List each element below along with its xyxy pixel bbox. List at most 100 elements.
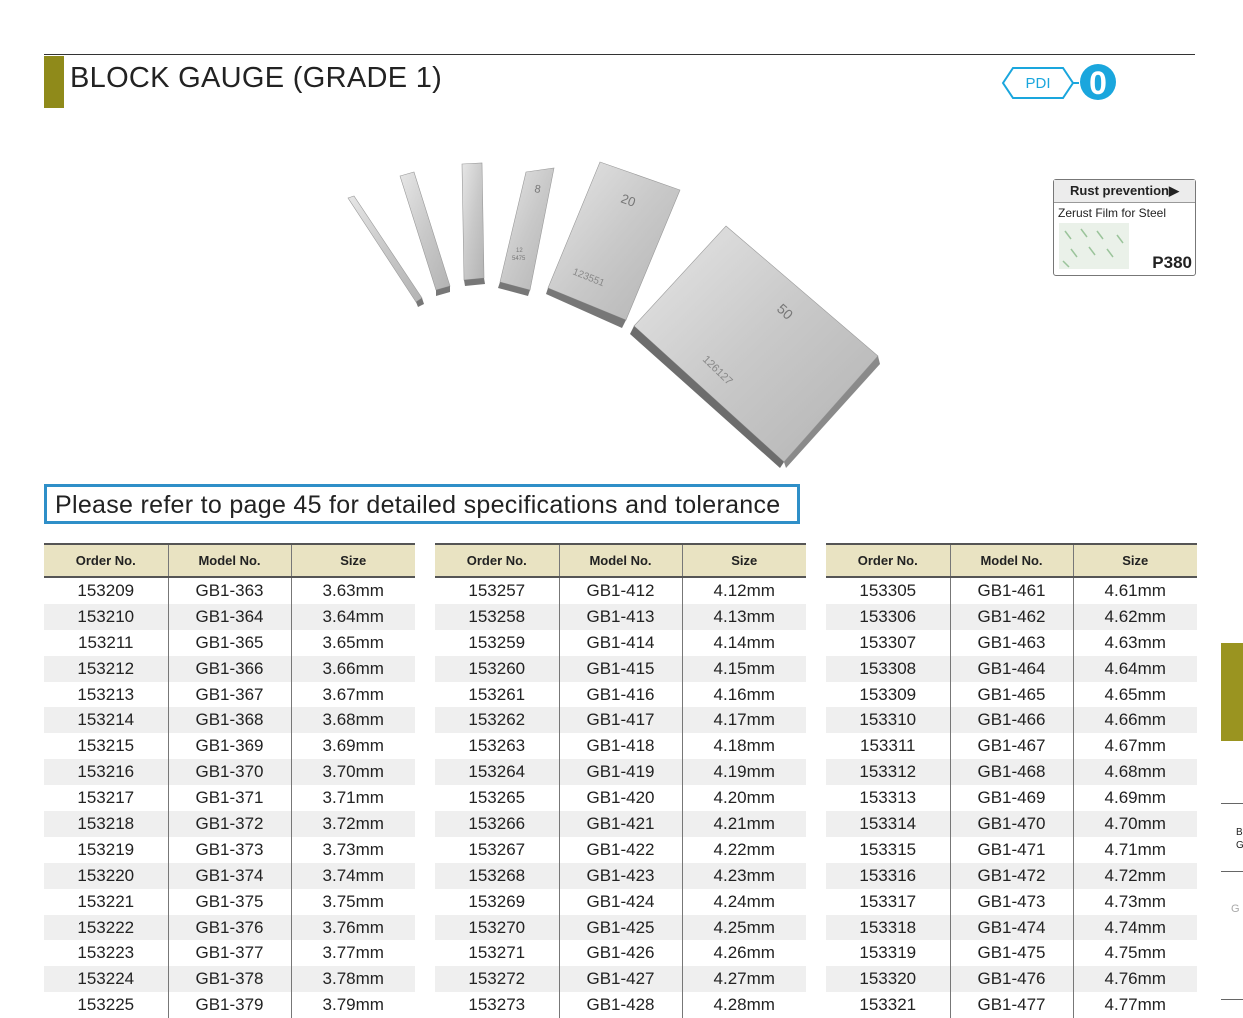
table-row: 153312 GB1-468 4.68mm	[826, 759, 1197, 786]
order-no-cell: 153259	[468, 632, 526, 652]
order-no-cell: 153314	[826, 811, 950, 837]
order-no-cell: 153320	[826, 966, 950, 993]
model-no-cell: GB1-419	[558, 759, 682, 786]
order-no-cell: 153267	[468, 839, 526, 859]
table-row: 153224 GB1-378 3.78mm	[44, 966, 415, 993]
order-no-cell: 153212	[44, 655, 168, 682]
size-table-2: Order No. Model No. Size 153257 GB1-412 4.…	[435, 543, 806, 1018]
order-no-cell: 153266	[435, 811, 559, 837]
model-no-cell: GB1-471	[949, 836, 1073, 863]
order-no-cell: 153273	[468, 995, 526, 1015]
order-no-cell: 153269	[468, 891, 526, 911]
order-no-cell: 153217	[77, 788, 135, 808]
model-no-cell: GB1-370	[167, 759, 291, 786]
order-no-cell: 153263	[468, 736, 526, 756]
table-row: 153213 GB1-367 3.67mm	[44, 681, 415, 708]
size-cell: 3.67mm	[290, 681, 415, 708]
table-row: 153211 GB1-365 3.65mm	[44, 629, 415, 656]
table-row: 153259 GB1-414 4.14mm	[435, 629, 806, 656]
model-no-cell: GB1-464	[949, 655, 1073, 682]
table-row: 153210 GB1-364 3.64mm	[44, 603, 415, 630]
side-nav-label[interactable]: G	[1231, 903, 1240, 915]
size-cell: 3.76mm	[290, 914, 415, 941]
size-cell: 4.21mm	[681, 811, 806, 837]
table-row: 153313 GB1-469 4.69mm	[826, 785, 1197, 812]
block-gauge-photo: 8 12 5475 20 123551 50 126127	[347, 161, 880, 468]
model-no-cell: GB1-379	[167, 992, 291, 1018]
model-no-cell: GB1-372	[167, 811, 291, 837]
model-no-cell: GB1-377	[167, 940, 291, 967]
order-no-cell: 153317	[859, 891, 917, 911]
model-no-cell: GB1-376	[167, 914, 291, 941]
size-cell: 4.70mm	[1072, 811, 1197, 837]
model-no-cell: GB1-461	[949, 577, 1073, 604]
table-row: 153306 GB1-462 4.62mm	[826, 603, 1197, 630]
table-row: 153308 GB1-464 4.64mm	[826, 655, 1197, 682]
order-no-cell: 153312	[826, 759, 950, 786]
size-cell: 3.63mm	[290, 577, 415, 604]
table-row: 153257 GB1-412 4.12mm	[435, 577, 806, 604]
size-cell: 4.14mm	[681, 629, 806, 656]
size-cell: 4.64mm	[1072, 655, 1197, 682]
spec-reference-note: Please refer to page 45 for detailed spe…	[44, 484, 800, 524]
order-no-cell: 153308	[826, 655, 950, 682]
table-row: 153268 GB1-423 4.23mm	[435, 862, 806, 889]
model-no-cell: GB1-473	[949, 888, 1073, 915]
order-no-cell: 153310	[826, 707, 950, 734]
table-row: 153265 GB1-420 4.20mm	[435, 785, 806, 812]
size-cell: 3.70mm	[290, 759, 415, 786]
header-order-no: Order No.	[435, 543, 559, 578]
size-cell: 4.76mm	[1072, 966, 1197, 993]
order-no-cell: 153309	[859, 684, 917, 704]
model-no-cell: GB1-416	[558, 681, 682, 708]
model-no-cell: GB1-373	[167, 836, 291, 863]
header-model-no: Model No.	[558, 543, 682, 578]
table-row: 153260 GB1-415 4.15mm	[435, 655, 806, 682]
order-no-cell: 153225	[77, 995, 135, 1015]
table-row: 153320 GB1-476 4.76mm	[826, 966, 1197, 993]
model-no-cell: GB1-463	[949, 629, 1073, 656]
circle-label: 0	[1089, 65, 1107, 101]
size-cell: 4.28mm	[681, 992, 806, 1018]
table-row: 153264 GB1-419 4.19mm	[435, 759, 806, 786]
model-no-cell: GB1-378	[167, 966, 291, 993]
size-cell: 4.67mm	[1072, 733, 1197, 760]
model-no-cell: GB1-414	[558, 629, 682, 656]
size-cell: 3.65mm	[290, 629, 415, 656]
order-no-cell: 153216	[44, 759, 168, 786]
size-cell: 3.68mm	[290, 707, 415, 734]
size-table-1: Order No. Model No. Size 153209 GB1-363 3.…	[44, 543, 415, 1018]
model-no-cell: GB1-472	[949, 862, 1073, 889]
size-cell: 4.22mm	[681, 836, 806, 863]
model-no-cell: GB1-367	[167, 681, 291, 708]
pdi-label: PDI	[1025, 75, 1050, 92]
side-nav-label[interactable]: BG	[1236, 826, 1243, 852]
model-no-cell: GB1-418	[558, 733, 682, 760]
size-cell: 3.72mm	[290, 811, 415, 837]
size-cell: 4.27mm	[681, 966, 806, 993]
header-order-no: Order No.	[44, 543, 168, 578]
table-row: 153307 GB1-463 4.63mm	[826, 629, 1197, 656]
table-row: 153262 GB1-417 4.17mm	[435, 707, 806, 734]
order-no-cell: 153218	[44, 811, 168, 837]
triangle-right-icon: ▶	[1168, 183, 1179, 198]
title-accent-bar	[44, 56, 64, 108]
order-no-cell: 153215	[77, 736, 135, 756]
order-no-cell: 153260	[435, 655, 559, 682]
size-cell: 4.69mm	[1072, 785, 1197, 812]
order-no-cell: 153313	[859, 788, 917, 808]
order-no-cell: 153220	[44, 862, 168, 889]
order-no-cell: 153319	[859, 943, 917, 963]
side-index-tab[interactable]	[1221, 643, 1243, 741]
table-row: 153318 GB1-474 4.74mm	[826, 914, 1197, 941]
order-no-cell: 153311	[860, 736, 916, 756]
page-title: BLOCK GAUGE (GRADE 1)	[70, 62, 443, 94]
order-no-cell: 153257	[468, 580, 526, 600]
order-no-cell: 153318	[826, 914, 950, 941]
table-row: 153319 GB1-475 4.75mm	[826, 940, 1197, 967]
model-no-cell: GB1-368	[167, 707, 291, 734]
table-row: 153219 GB1-373 3.73mm	[44, 836, 415, 863]
header-model-no: Model No.	[167, 543, 291, 578]
rust-prevention-heading: Rust prevention▶	[1054, 180, 1195, 203]
table-row: 153214 GB1-368 3.68mm	[44, 707, 415, 734]
